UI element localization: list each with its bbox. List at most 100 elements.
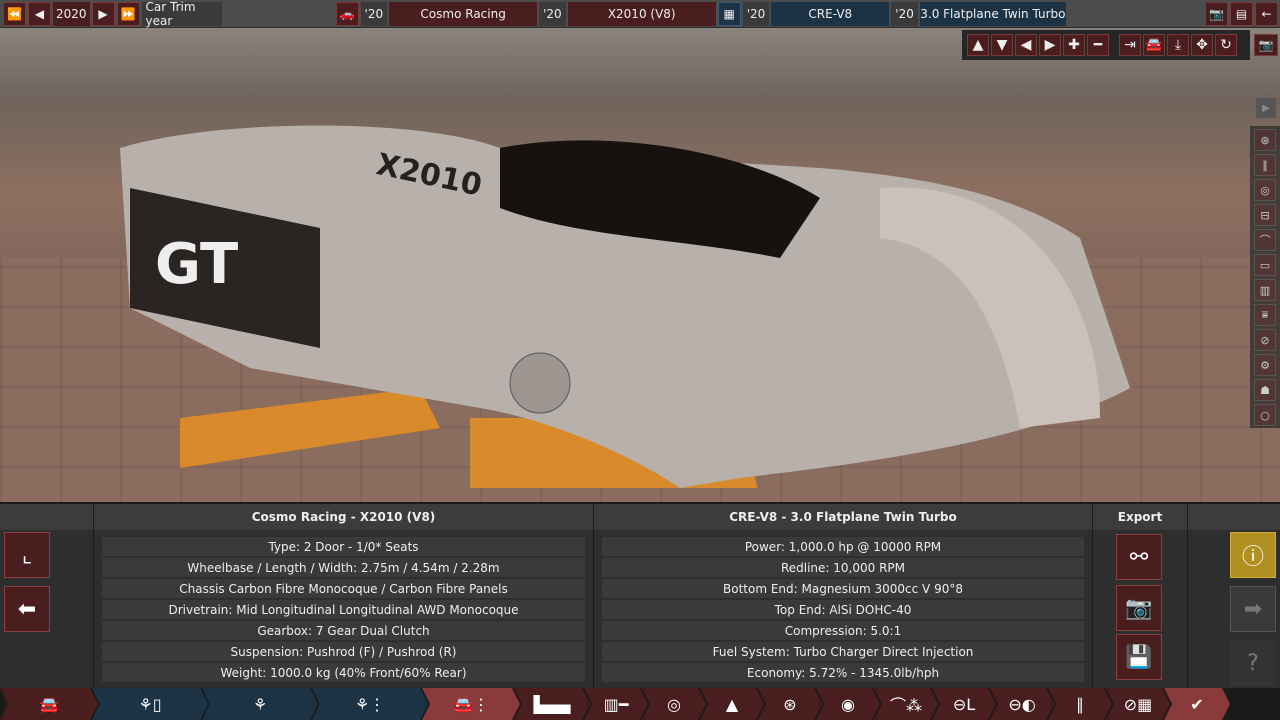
tire-icon[interactable]: ∥ [1254, 154, 1276, 176]
engine-info-row: Redline: 10,000 RPM [602, 558, 1084, 577]
year-last-button[interactable]: ⏩ [116, 1, 140, 26]
car-info-row: Drivetrain: Mid Longitudinal Longitudina… [102, 600, 585, 619]
camera-icon[interactable]: 📷 [1254, 34, 1278, 56]
engine-info-row: Power: 1,000.0 hp @ 10000 RPM [602, 537, 1084, 556]
body-icon[interactable]: ⌒ [1254, 229, 1276, 251]
back-button[interactable]: ← [1255, 1, 1278, 26]
export-column: Export ⚯ 📷 💾 [1092, 504, 1187, 688]
circle-icon[interactable]: ○ [1254, 404, 1276, 426]
photo-button[interactable]: 📷 [1116, 585, 1162, 631]
year-prev-button[interactable]: ◀ [28, 1, 51, 26]
car-render: GT X2010 [120, 125, 1130, 488]
engine-info-row: Fuel System: Turbo Charger Direct Inject… [602, 642, 1084, 661]
car-info-row: Weight: 1000.0 kg (40% Front/60% Rear) [102, 663, 585, 682]
save-button[interactable]: 💾 [1116, 634, 1162, 680]
expand-side-icon[interactable]: ▶ [1256, 98, 1276, 118]
no-icon[interactable]: ⊘ [1254, 329, 1276, 351]
car-summary-title: Cosmo Racing - X2010 (V8) [94, 504, 593, 530]
lower-icon[interactable]: ⤓ [1167, 34, 1189, 56]
engine-info-row: Bottom End: Magnesium 3000cc V 90°8 [602, 579, 1084, 598]
nav-engine-tuning[interactable]: ⚘⋮ [312, 688, 428, 720]
engine-info-row: Economy: 5.72% - 1345.0lb/hph [602, 663, 1084, 682]
camera-focus-icon[interactable]: ⇥ [1119, 34, 1141, 56]
zoom-out-button[interactable]: ━ [1087, 34, 1109, 56]
side-toolbar: ⊛ ∥ ◎ ⊟ ⌒ ▭ ▥ ⩸ ⊘ ⚙ ☗ ○ [1250, 126, 1280, 428]
nav-chassis[interactable]: ▥━ [584, 688, 648, 720]
nav-engine-family[interactable]: ⚘▯ [92, 688, 208, 720]
car-view-icon[interactable]: 🚘 [1143, 34, 1165, 56]
nav-wheels[interactable]: ⊛ [758, 688, 822, 720]
nav-fixtures[interactable]: ◎ [642, 688, 706, 720]
trim-name[interactable]: X2010 (V8) [567, 1, 716, 26]
camera-up-button[interactable]: ▲ [967, 34, 989, 56]
nav-suspension[interactable]: ⊖L [932, 688, 996, 720]
engine-info-row: Compression: 5.0:1 [602, 621, 1084, 640]
car-info-row: Type: 2 Door - 1/0* Seats [102, 537, 585, 556]
rotate-axis-icon[interactable]: ✥ [1191, 34, 1213, 56]
fixture-icon[interactable]: ▭ [1254, 254, 1276, 276]
stats-button[interactable]: ▤ [1230, 1, 1253, 26]
help-button[interactable]: ? [1230, 640, 1276, 686]
car-model-icon[interactable]: 🚗 [335, 1, 359, 26]
export-title: Export [1093, 504, 1187, 530]
variant-year: '20 [891, 1, 918, 26]
nav-engine-variant[interactable]: ⚘ [202, 688, 318, 720]
lights-icon[interactable]: ◎ [1254, 179, 1276, 201]
nav-brakes[interactable]: ◉ [816, 688, 880, 720]
car-info-row: Wheelbase / Length / Width: 2.75m / 4.54… [102, 558, 585, 577]
nav-drivetrain[interactable]: ⊖◐ [990, 688, 1054, 720]
nav-body[interactable]: ▙▄▄ [514, 688, 590, 720]
nav-car-model[interactable]: 🚘 [0, 688, 98, 720]
lift-icon[interactable]: ⩸ [1254, 304, 1276, 326]
left-actions-header [0, 504, 93, 530]
panel-icon[interactable]: ⊟ [1254, 204, 1276, 226]
share-button[interactable]: ⚯ [1116, 534, 1162, 580]
info-panel: ⌞ ⬅ Cosmo Racing - X2010 (V8) Type: 2 Do… [0, 502, 1280, 688]
year-first-button[interactable]: ⏪ [3, 1, 26, 26]
engine-family-name[interactable]: CRE-V8 [771, 1, 890, 26]
next-arrow-button[interactable]: ➡ [1230, 586, 1276, 632]
engine-summary-title: CRE-V8 - 3.0 Flatplane Twin Turbo [594, 504, 1092, 530]
nav-aero[interactable]: ⌒⁂ [874, 688, 938, 720]
camera-left-button[interactable]: ◀ [1015, 34, 1037, 56]
family-year: '20 [742, 1, 770, 26]
engine-summary: CRE-V8 - 3.0 Flatplane Twin Turbo Power:… [593, 504, 1092, 688]
nav-testing[interactable]: ⊘▦ [1106, 688, 1170, 720]
right-actions: ⓘ ➡ ? [1187, 504, 1280, 688]
engine-info-row: Top End: AlSi DOHC-40 [602, 600, 1084, 619]
svg-text:GT: GT [155, 232, 238, 297]
camera-right-button[interactable]: ▶ [1039, 34, 1061, 56]
nav-tyres[interactable]: ∥ [1048, 688, 1112, 720]
engine-icon[interactable]: ▦ [717, 1, 741, 26]
zoom-in-button[interactable]: ✚ [1063, 34, 1085, 56]
nav-finish[interactable]: ✔ [1164, 688, 1230, 720]
grille-icon[interactable]: ▥ [1254, 279, 1276, 301]
right-actions-header [1188, 504, 1280, 530]
car-info-row: Chassis Carbon Fibre Monocoque / Carbon … [102, 579, 585, 598]
car-summary: Cosmo Racing - X2010 (V8) Type: 2 Door -… [93, 504, 593, 688]
year-next-button[interactable]: ▶ [91, 1, 115, 26]
car-info-row: Gearbox: 7 Gear Dual Clutch [102, 621, 585, 640]
graph-button[interactable]: ⌞ [4, 532, 50, 578]
nav-interior[interactable]: ▲ [700, 688, 764, 720]
trim-year: '20 [539, 1, 566, 26]
back-arrow-button[interactable]: ⬅ [4, 586, 50, 632]
camera-down-button[interactable]: ▼ [991, 34, 1013, 56]
person-icon[interactable]: ☗ [1254, 379, 1276, 401]
year-value: 2020 [53, 1, 90, 26]
wheel-icon[interactable]: ⊛ [1254, 129, 1276, 151]
screenshot-button[interactable]: 📷 [1205, 1, 1228, 26]
engine-variant-name[interactable]: 3.0 Flatplane Twin Turbo [919, 1, 1066, 26]
top-bar: ⏪ ◀ 2020 ▶ ⏩ Car Trim year 🚗 '20 Cosmo R… [0, 0, 1280, 28]
warning-button[interactable]: ⓘ [1230, 532, 1276, 578]
camera-toolbar: ▲ ▼ ◀ ▶ ✚ ━ ⇥ 🚘 ⤓ ✥ ↻ [962, 30, 1250, 60]
designer-nav: 🚘 ⚘▯ ⚘ ⚘⋮ 🚘⋮ ▙▄▄ ▥━ ◎ ▲ ⊛ ◉ ⌒⁂ ⊖L ⊖◐ ∥ ⊘… [0, 688, 1280, 720]
left-actions: ⌞ ⬅ [0, 504, 93, 688]
gear-icon[interactable]: ⚙ [1254, 354, 1276, 376]
reset-rotate-icon[interactable]: ↻ [1215, 34, 1237, 56]
model-year: '20 [360, 1, 388, 26]
model-name[interactable]: Cosmo Racing [389, 1, 538, 26]
nav-trim[interactable]: 🚘⋮ [422, 688, 520, 720]
car-info-row: Suspension: Pushrod (F) / Pushrod (R) [102, 642, 585, 661]
3d-viewport[interactable]: GT X2010 [0, 28, 1280, 502]
